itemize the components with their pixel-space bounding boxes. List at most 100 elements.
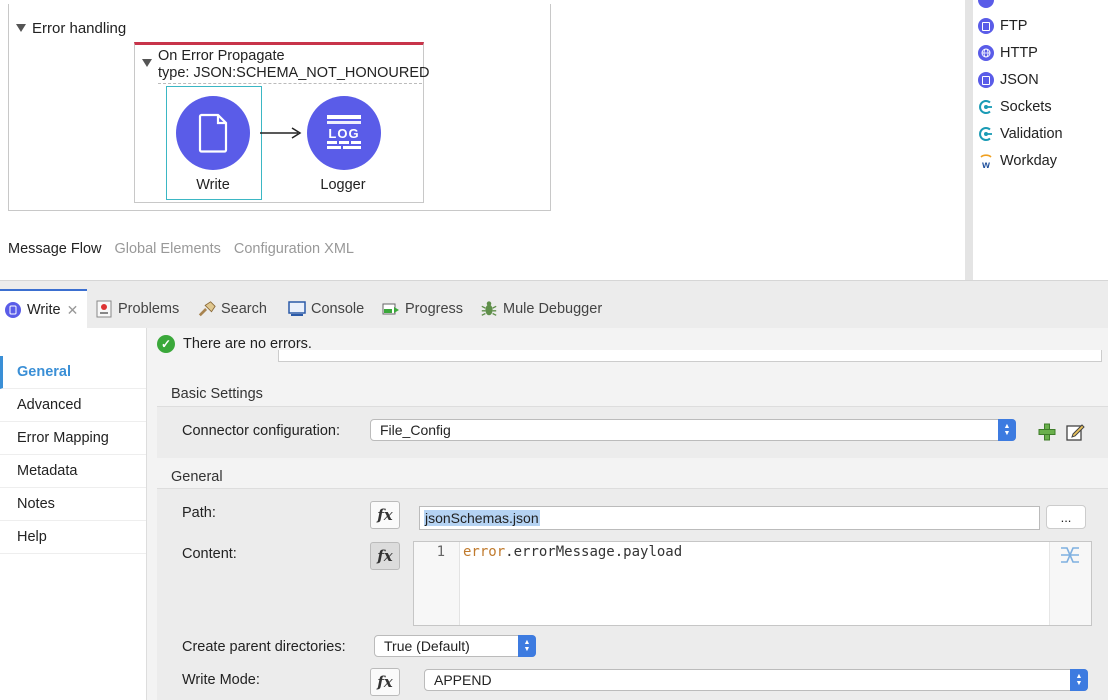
- validation-icon: [978, 126, 994, 142]
- tab-mule-debugger-label: Mule Debugger: [503, 301, 603, 317]
- palette-item-sockets[interactable]: Sockets: [978, 99, 1052, 115]
- collapse-triangle-icon[interactable]: [16, 24, 26, 32]
- write-mode-value: APPEND: [434, 672, 492, 688]
- palette-item-label: FTP: [1000, 18, 1028, 34]
- write-component[interactable]: [176, 96, 250, 170]
- workday-icon: w: [978, 153, 994, 169]
- content-label: Content:: [182, 546, 237, 562]
- chevron-updown-icon: ▲ ▼: [1070, 669, 1088, 691]
- add-config-icon[interactable]: [1038, 423, 1056, 441]
- create-dirs-select[interactable]: True (Default) ▲ ▼: [374, 635, 536, 657]
- logger-component[interactable]: LOG: [307, 96, 381, 170]
- search-flashlight-icon: [198, 300, 216, 318]
- general-section-title: General: [171, 469, 223, 485]
- connector-config-label: Connector configuration:: [182, 423, 340, 439]
- svg-text:LOG: LOG: [328, 126, 359, 141]
- line-number-gutter: 1: [414, 542, 460, 625]
- mule-palette: FTP HTTP JSON Sockets Validation w Workd…: [973, 0, 1108, 280]
- palette-divider[interactable]: [965, 0, 973, 280]
- logger-component-label: Logger: [320, 177, 366, 193]
- check-icon: ✓: [157, 335, 175, 353]
- path-value: jsonSchemas.json: [424, 510, 540, 526]
- error-handling-label: Error handling: [32, 20, 127, 37]
- on-error-title: On Error Propagate: [158, 48, 285, 64]
- connector-config-value: File_Config: [380, 422, 451, 438]
- tab-console[interactable]: Console: [288, 289, 364, 329]
- nav-help[interactable]: Help: [0, 521, 146, 554]
- editor-tabs: Message Flow Global Elements Configurati…: [8, 241, 354, 257]
- tab-message-flow[interactable]: Message Flow: [8, 241, 101, 257]
- console-icon: [288, 300, 306, 318]
- tab-search-label: Search: [221, 301, 267, 317]
- code-rest: .errorMessage.payload: [505, 544, 683, 560]
- tab-global-elements[interactable]: Global Elements: [114, 241, 220, 257]
- write-component-label: Write: [196, 177, 230, 193]
- svg-text:w: w: [981, 160, 990, 169]
- tab-problems-label: Problems: [118, 301, 180, 317]
- chevron-updown-icon: ▲ ▼: [518, 635, 536, 657]
- palette-item-label: Validation: [1000, 126, 1063, 142]
- palette-item-label: Workday: [1000, 153, 1057, 169]
- tab-problems[interactable]: Problems: [95, 289, 179, 329]
- on-error-type: type: JSON:SCHEMA_NOT_HONOURED: [158, 65, 430, 81]
- write-tab-icon: [4, 301, 22, 319]
- nav-metadata[interactable]: Metadata: [0, 455, 146, 488]
- content-expression-editor[interactable]: 1 error.errorMessage.payload: [413, 541, 1092, 626]
- view-tab-bar: Write ✕ Problems Search Console Progress…: [0, 280, 1108, 329]
- browse-button[interactable]: ...: [1046, 505, 1086, 529]
- create-dirs-label: Create parent directories:: [182, 639, 346, 655]
- write-mode-select[interactable]: APPEND ▲ ▼: [424, 669, 1088, 691]
- fx-toggle-content[interactable]: fx: [370, 542, 400, 570]
- tab-console-label: Console: [311, 301, 365, 317]
- flow-canvas[interactable]: Error handling On Error Propagate type: …: [0, 0, 965, 280]
- progress-icon: [382, 300, 400, 318]
- file-icon: [198, 113, 228, 153]
- tab-progress-label: Progress: [405, 301, 464, 317]
- dataweave-map-icon[interactable]: [1059, 545, 1081, 565]
- globe-icon: [978, 45, 994, 61]
- connector-icon: [978, 0, 994, 8]
- nav-notes[interactable]: Notes: [0, 488, 146, 521]
- palette-item-validation[interactable]: Validation: [978, 126, 1063, 142]
- tab-mule-debugger[interactable]: Mule Debugger: [480, 289, 602, 329]
- write-mode-label: Write Mode:: [182, 672, 260, 688]
- path-input[interactable]: jsonSchemas.json: [419, 506, 1040, 530]
- display-name-field-edge: [278, 350, 1102, 362]
- nav-advanced[interactable]: Advanced: [0, 389, 146, 422]
- palette-item-label: Sockets: [1000, 99, 1052, 115]
- scope-separator: [158, 83, 422, 84]
- fx-toggle-write-mode[interactable]: fx: [370, 668, 400, 696]
- palette-item-json[interactable]: JSON: [978, 72, 1039, 88]
- create-dirs-value: True (Default): [384, 638, 470, 654]
- log-icon: LOG: [327, 115, 361, 149]
- close-icon[interactable]: ✕: [67, 302, 79, 319]
- tab-write-label: Write: [27, 302, 61, 318]
- tab-configuration-xml[interactable]: Configuration XML: [234, 241, 354, 257]
- palette-item-http[interactable]: HTTP: [978, 45, 1038, 61]
- basic-settings-title: Basic Settings: [171, 386, 263, 402]
- path-label: Path:: [182, 505, 216, 521]
- palette-item-workday[interactable]: w Workday: [978, 153, 1057, 169]
- problems-icon: [95, 300, 113, 318]
- chevron-updown-icon: ▲ ▼: [998, 419, 1016, 441]
- edit-config-icon[interactable]: [1066, 422, 1086, 442]
- nav-general[interactable]: General: [0, 356, 146, 389]
- palette-item-ftp[interactable]: FTP: [978, 18, 1027, 34]
- palette-item-label: HTTP: [1000, 45, 1038, 61]
- nav-error-mapping[interactable]: Error Mapping: [0, 422, 146, 455]
- ftp-icon: [978, 18, 994, 34]
- json-icon: [978, 72, 994, 88]
- debugger-bug-icon: [480, 300, 498, 318]
- palette-item-label: JSON: [1000, 72, 1039, 88]
- properties-nav: General Advanced Error Mapping Metadata …: [0, 328, 147, 700]
- flow-arrow: [260, 127, 302, 139]
- collapse-triangle-icon[interactable]: [142, 59, 152, 67]
- status-message: ✓ There are no errors.: [157, 335, 312, 353]
- fx-toggle-path[interactable]: fx: [370, 501, 400, 529]
- tab-write[interactable]: Write ✕: [0, 289, 87, 329]
- connector-config-select[interactable]: File_Config ▲ ▼: [370, 419, 1016, 441]
- expression-code[interactable]: error.errorMessage.payload: [463, 544, 682, 560]
- status-text: There are no errors.: [183, 336, 312, 352]
- tab-progress[interactable]: Progress: [382, 289, 463, 329]
- tab-search[interactable]: Search: [198, 289, 267, 329]
